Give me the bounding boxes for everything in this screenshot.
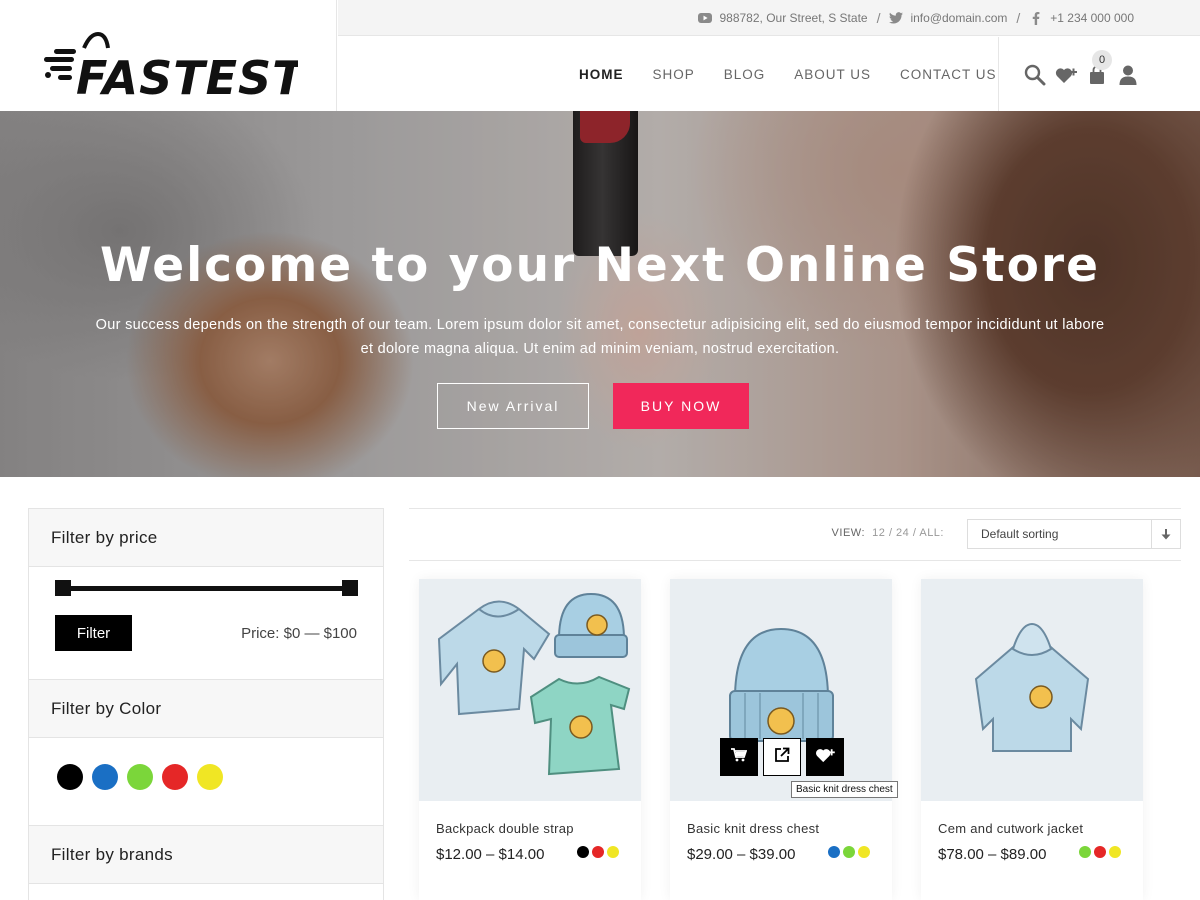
phone-text[interactable]: +1 234 000 000: [1050, 11, 1134, 25]
product-color-dots: [1079, 846, 1121, 858]
color-dot[interactable]: [1079, 846, 1091, 858]
phone-item: +1 234 000 000: [1029, 11, 1134, 25]
filter-price-panel: Filter Price: $0 — $100: [29, 567, 383, 680]
topbar-separator: /: [1016, 10, 1021, 26]
product-price: $29.00 – $39.00: [687, 846, 796, 863]
top-bar: 988782, Our Street, S State / info@domai…: [338, 0, 1200, 36]
user-icon[interactable]: [1116, 63, 1140, 87]
product-title[interactable]: Basic knit dress chest: [687, 821, 819, 836]
hero-description-line-2: et dolore magna aliqua. Ut enim ad minim…: [360, 341, 840, 357]
view-per-page: VIEW: 12 / 24 / ALL:: [832, 527, 944, 539]
color-swatch-blue[interactable]: [92, 764, 118, 790]
filter-button[interactable]: Filter: [55, 615, 132, 651]
color-swatch-green[interactable]: [127, 764, 153, 790]
hero-banner: Welcome to your Next Online Store Our su…: [0, 111, 1200, 477]
hero-description: Our success depends on the strength of o…: [30, 313, 1170, 361]
youtube-icon[interactable]: [698, 11, 713, 25]
logo-image: FASTEST: [44, 32, 298, 102]
product-color-dots: [577, 846, 619, 858]
price-range-label: Price: $0 — $100: [241, 625, 357, 642]
cart-count-badge: 0: [1092, 50, 1112, 70]
header-icons: 0: [1023, 50, 1140, 87]
color-dot[interactable]: [577, 846, 589, 858]
color-swatch-yellow[interactable]: [197, 764, 223, 790]
product-color-dots: [828, 846, 870, 858]
view-label: VIEW:: [831, 527, 866, 539]
nav-item-about-us[interactable]: About Us: [794, 67, 871, 82]
view-options[interactable]: 12 / 24 / ALL:: [872, 527, 944, 539]
arrow-down-icon: [1151, 520, 1180, 548]
nav-item-blog[interactable]: Blog: [724, 67, 766, 82]
new-arrival-button[interactable]: New Arrival: [437, 383, 589, 429]
topbar-separator: /: [876, 10, 881, 26]
search-icon[interactable]: [1023, 63, 1047, 87]
price-range-min-handle[interactable]: [55, 580, 71, 596]
filter-color-heading: Filter by Color: [29, 680, 383, 738]
logo-text: FASTEST: [76, 51, 298, 102]
product-card[interactable]: Cem and cutwork jacket $78.00 – $89.00: [921, 579, 1143, 900]
twitter-icon[interactable]: [889, 11, 904, 25]
email-item: info@domain.com: [889, 11, 1007, 25]
color-dot[interactable]: [1094, 846, 1106, 858]
filter-brands-heading: Filter by brands: [29, 826, 383, 884]
nav-divider: [998, 37, 999, 111]
product-title[interactable]: Cem and cutwork jacket: [938, 821, 1083, 836]
external-link-icon: [774, 747, 790, 768]
product-price: $12.00 – $14.00: [436, 846, 545, 863]
logo-area: FASTEST: [0, 0, 337, 111]
bag-icon[interactable]: 0: [1085, 50, 1112, 87]
cart-icon: [731, 747, 748, 767]
color-dot[interactable]: [858, 846, 870, 858]
color-swatch-black[interactable]: [57, 764, 83, 790]
hero-description-line-1: Our success depends on the strength of o…: [95, 317, 1105, 333]
add-to-wishlist-button[interactable]: [806, 738, 844, 776]
main-nav: Home Shop Blog About Us Contact Us: [562, 37, 1026, 111]
product-image[interactable]: [921, 579, 1143, 801]
heart-plus-icon[interactable]: [1054, 63, 1078, 87]
nav-item-shop[interactable]: Shop: [653, 67, 695, 82]
product-image[interactable]: [419, 579, 641, 801]
product-card[interactable]: Backpack double strap $12.00 – $14.00: [419, 579, 641, 900]
hero-title: Welcome to your Next Online Store: [100, 238, 1100, 293]
price-range-max-handle[interactable]: [342, 580, 358, 596]
hero-overlay: [0, 111, 1200, 477]
color-swatches: [57, 764, 223, 790]
shop-toolbar: VIEW: 12 / 24 / ALL: Default sorting: [409, 508, 1181, 561]
tooltip: Basic knit dress chest: [791, 781, 898, 798]
nav-item-home[interactable]: Home: [579, 67, 624, 82]
heart-plus-icon: [815, 747, 835, 768]
sort-select[interactable]: Default sorting: [967, 519, 1181, 549]
color-swatch-red[interactable]: [162, 764, 188, 790]
color-dot[interactable]: [592, 846, 604, 858]
price-range-track[interactable]: [61, 586, 349, 591]
address-text: 988782, Our Street, S State: [719, 11, 868, 25]
color-dot[interactable]: [607, 846, 619, 858]
filter-price-heading: Filter by price: [29, 509, 383, 567]
address-item: 988782, Our Street, S State: [698, 11, 868, 25]
product-price: $78.00 – $89.00: [938, 846, 1047, 863]
sort-select-value: Default sorting: [981, 527, 1059, 541]
site-header: FASTEST 988782, Our Street, S State / in…: [0, 0, 1200, 111]
color-dot[interactable]: [1109, 846, 1121, 858]
product-title[interactable]: Backpack double strap: [436, 821, 574, 836]
buy-now-button[interactable]: BUY NOW: [613, 383, 749, 429]
facebook-icon[interactable]: [1029, 11, 1043, 25]
email-text[interactable]: info@domain.com: [910, 11, 1007, 25]
quick-view-button[interactable]: [763, 738, 801, 776]
nav-item-contact-us[interactable]: Contact Us: [900, 67, 997, 82]
add-to-cart-button[interactable]: [720, 738, 758, 776]
color-dot[interactable]: [828, 846, 840, 858]
filter-sidebar: Filter by price Filter Price: $0 — $100 …: [28, 508, 384, 900]
filter-color-panel: [29, 738, 383, 826]
color-dot[interactable]: [843, 846, 855, 858]
